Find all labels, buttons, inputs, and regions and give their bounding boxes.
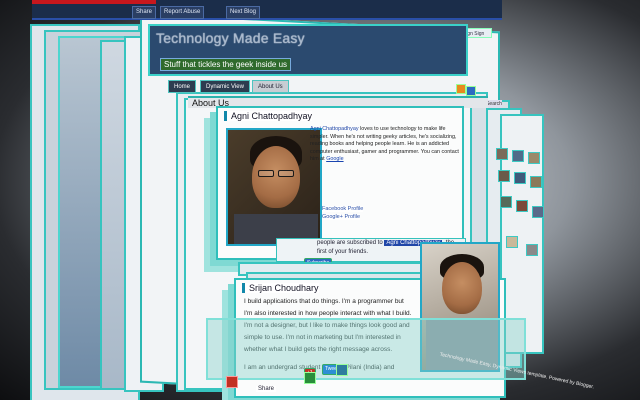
thumbnail-image[interactable]: [530, 176, 542, 188]
thumbnail-image[interactable]: [526, 244, 538, 256]
author-name: Srijan Choudhary: [242, 283, 319, 293]
thumbnail-image[interactable]: [496, 148, 508, 160]
share-button[interactable]: Share: [132, 6, 157, 19]
author-name: Agni Chattopadhyay: [224, 111, 313, 121]
google-profile-link[interactable]: Google+ Profile: [322, 214, 361, 220]
photo-face: [252, 146, 300, 208]
translucent-layer: [206, 318, 526, 380]
feed-icon[interactable]: [456, 84, 466, 94]
contact-link[interactable]: Google: [326, 156, 343, 162]
blog-description: Stuff that tickles the geek inside us: [160, 58, 292, 71]
thumbnail-image[interactable]: [498, 170, 510, 182]
navbar-accent: [32, 0, 156, 4]
thumbnail-image[interactable]: [528, 152, 540, 164]
author-bio-agni: Agni Chattopadhyay loves to use technolo…: [310, 126, 460, 164]
share-icon[interactable]: [304, 372, 316, 384]
tab-dynamic-view[interactable]: Dynamic View: [200, 80, 250, 93]
exploded-3d-page-view: Share Report Abuse Next Blog agnikushtal…: [0, 0, 640, 400]
blog-title[interactable]: Technology Made Easy: [156, 30, 305, 46]
thumbnail-image[interactable]: [514, 172, 526, 184]
thumbnail-image[interactable]: [506, 236, 518, 248]
blog-header: Technology Made Easy Stuff that tickles …: [148, 24, 468, 76]
photo-glasses: [258, 170, 274, 177]
tab-about-us[interactable]: About Us: [252, 80, 289, 93]
facebook-profile-link[interactable]: Facebook Profile: [322, 206, 364, 212]
photo-face: [442, 262, 482, 314]
author-photo-agni: [226, 128, 322, 246]
blogger-navbar: Share Report Abuse Next Blog: [32, 0, 502, 20]
gadget-icon[interactable]: [466, 86, 476, 96]
tab-home[interactable]: Home: [168, 80, 197, 93]
search-button[interactable]: Search: [486, 100, 502, 108]
report-abuse-button[interactable]: Report Abuse: [160, 6, 205, 19]
thumbnail-image[interactable]: [500, 196, 512, 208]
author-bio-name-link[interactable]: Agni Chattopadhyay: [310, 126, 359, 132]
share-icon[interactable]: [336, 364, 348, 376]
share-label: Share: [256, 386, 277, 392]
google-icon[interactable]: [226, 376, 238, 388]
subscribe-text: people are subscribed to: [317, 240, 385, 246]
photo-glasses: [278, 170, 294, 177]
thumbnail-image[interactable]: [532, 206, 544, 218]
thumbnail-image[interactable]: [512, 150, 524, 162]
thumbnail-image[interactable]: [516, 200, 528, 212]
next-blog-button[interactable]: Next Blog: [226, 6, 261, 19]
